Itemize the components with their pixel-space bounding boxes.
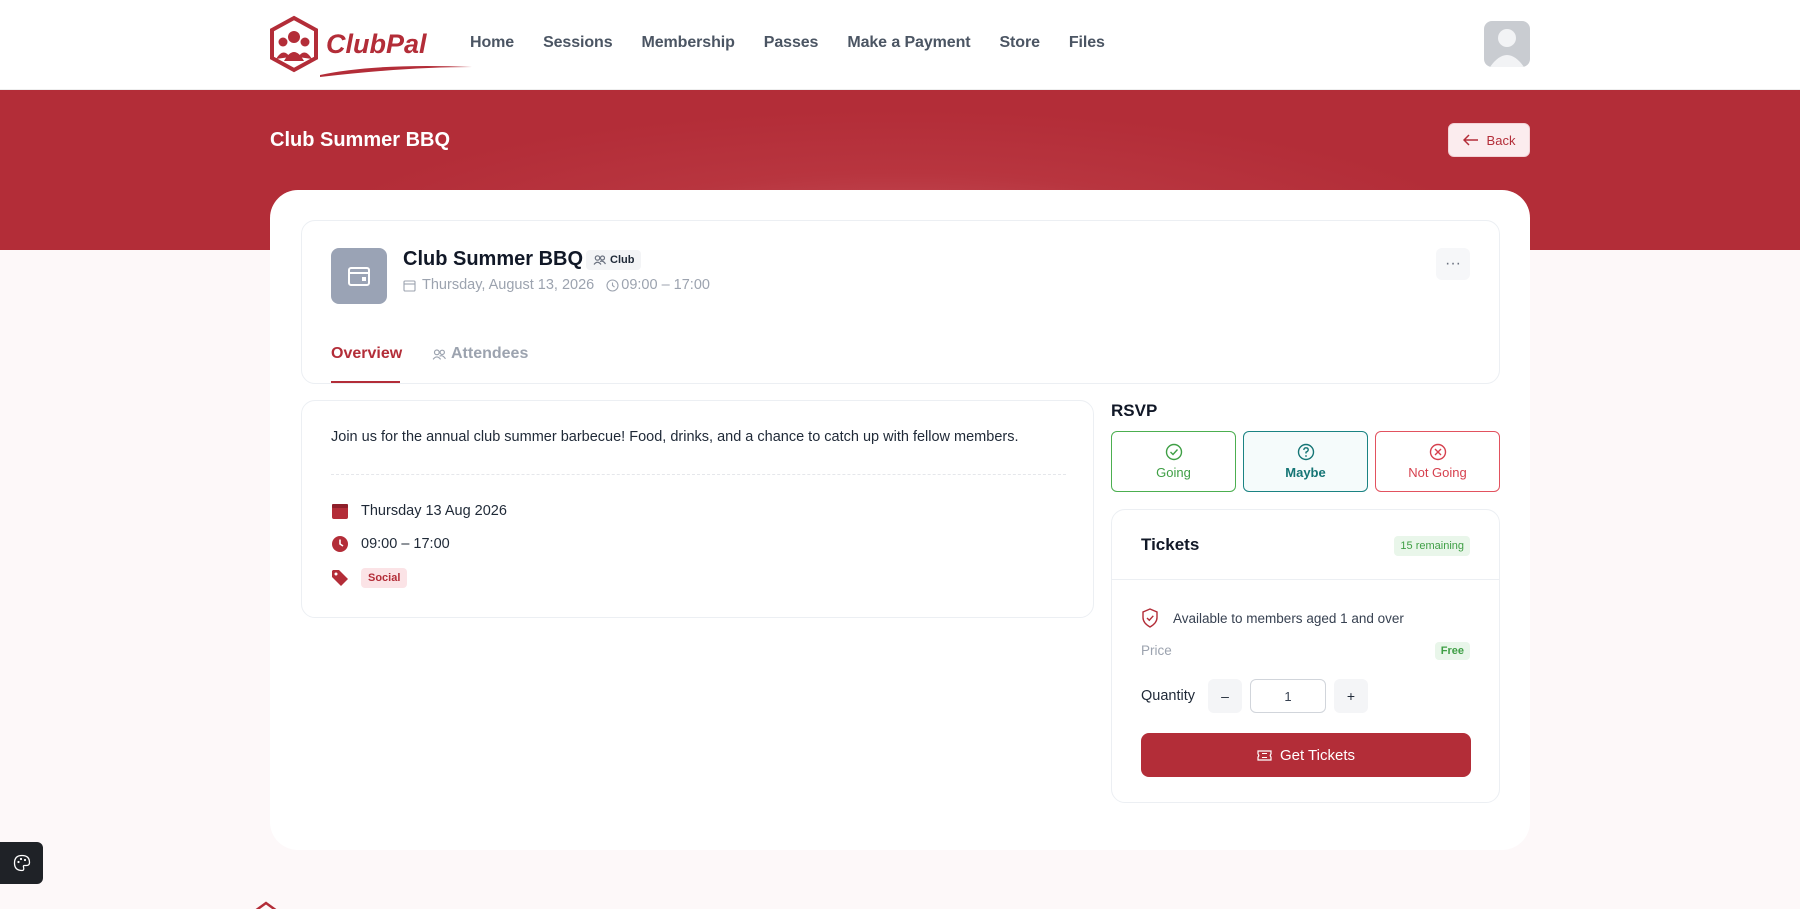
clubpal-logo[interactable]: ClubPal bbox=[268, 15, 472, 77]
get-tickets-button[interactable]: Get Tickets bbox=[1141, 733, 1471, 777]
nav-membership[interactable]: Membership bbox=[642, 34, 735, 52]
logo-swoosh-icon bbox=[320, 66, 472, 77]
back-button-label: Back bbox=[1486, 132, 1516, 148]
nav-store[interactable]: Store bbox=[999, 34, 1040, 52]
users-icon bbox=[432, 348, 446, 360]
users-icon bbox=[593, 255, 606, 265]
rsvp-not-going-button[interactable]: Not Going bbox=[1375, 431, 1500, 492]
detail-date: Thursday 13 Aug 2026 bbox=[361, 503, 507, 519]
question-circle-icon bbox=[1297, 443, 1314, 461]
divider bbox=[331, 474, 1066, 475]
club-badge: Club bbox=[586, 250, 642, 270]
availability-row: Available to members aged 1 and over bbox=[1141, 608, 1404, 628]
quantity-label: Quantity bbox=[1141, 688, 1195, 704]
theme-toggle-button[interactable] bbox=[0, 842, 43, 884]
event-meta: Thursday, August 13, 2026 09:00 – 17:00 bbox=[403, 277, 710, 293]
rsvp-going-button[interactable]: Going bbox=[1111, 431, 1236, 492]
detail-time-row: 09:00 – 17:00 bbox=[331, 535, 450, 553]
tickets-card: Tickets 15 remaining Available to member… bbox=[1111, 509, 1500, 803]
event-date: Thursday, August 13, 2026 bbox=[422, 277, 595, 293]
more-options-icon: ··· bbox=[1445, 255, 1461, 272]
rsvp-maybe-button[interactable]: Maybe bbox=[1243, 431, 1368, 492]
nav-sessions[interactable]: Sessions bbox=[543, 34, 613, 52]
check-circle-icon bbox=[1165, 443, 1182, 461]
quantity-input[interactable] bbox=[1250, 679, 1326, 713]
ticket-icon bbox=[1257, 749, 1272, 761]
nav-passes[interactable]: Passes bbox=[764, 34, 819, 52]
category-tag: Social bbox=[361, 568, 408, 588]
event-details-card: Join us for the annual club summer barbe… bbox=[301, 400, 1094, 618]
x-circle-icon bbox=[1429, 443, 1446, 461]
page-title: Club Summer BBQ bbox=[270, 129, 451, 151]
club-badge-label: Club bbox=[610, 254, 635, 266]
back-button[interactable]: Back bbox=[1448, 123, 1530, 157]
footer-logo-icon bbox=[255, 901, 277, 909]
arrow-left-icon bbox=[1462, 134, 1478, 146]
user-icon bbox=[1490, 29, 1524, 67]
detail-tag-row: Social bbox=[331, 568, 408, 588]
rsvp-maybe-label: Maybe bbox=[1285, 465, 1326, 480]
quantity-increase-button[interactable]: + bbox=[1334, 679, 1368, 713]
detail-time: 09:00 – 17:00 bbox=[361, 536, 450, 552]
price-value: Free bbox=[1434, 642, 1470, 660]
logo-wordmark: ClubPal bbox=[326, 28, 427, 59]
tickets-heading: Tickets bbox=[1141, 535, 1200, 554]
quantity-decrease-button[interactable]: – bbox=[1208, 679, 1242, 713]
divider bbox=[1112, 579, 1499, 580]
clock-icon bbox=[606, 278, 619, 292]
event-title: Club Summer BBQ bbox=[403, 248, 584, 270]
event-time: 09:00 – 17:00 bbox=[621, 277, 710, 293]
nav-files[interactable]: Files bbox=[1069, 34, 1105, 52]
main-nav: Home Sessions Membership Passes Make a P… bbox=[470, 34, 1134, 52]
tag-icon bbox=[332, 570, 348, 586]
calendar-icon bbox=[332, 504, 348, 519]
rsvp-going-label: Going bbox=[1156, 465, 1191, 480]
event-header-card: Club Summer BBQ Club Thursday, August 13… bbox=[301, 220, 1500, 384]
nav-home[interactable]: Home bbox=[470, 34, 514, 52]
more-options-button[interactable]: ··· bbox=[1436, 248, 1470, 280]
price-label: Price bbox=[1141, 643, 1172, 658]
shield-check-icon bbox=[1142, 608, 1158, 628]
logo-hexagon-icon bbox=[270, 15, 318, 73]
top-navigation: ClubPal Home Sessions Membership Passes … bbox=[0, 0, 1800, 90]
get-tickets-label: Get Tickets bbox=[1279, 746, 1356, 764]
detail-date-row: Thursday 13 Aug 2026 bbox=[331, 502, 507, 520]
tickets-remaining-badge: 15 remaining bbox=[1394, 536, 1470, 556]
event-calendar-icon bbox=[331, 248, 387, 304]
user-avatar[interactable] bbox=[1484, 21, 1530, 67]
clock-icon bbox=[332, 536, 348, 552]
tab-overview[interactable]: Overview bbox=[331, 345, 402, 363]
rsvp-not-going-label: Not Going bbox=[1408, 465, 1467, 480]
nav-make-a-payment[interactable]: Make a Payment bbox=[847, 34, 970, 52]
event-description: Join us for the annual club summer barbe… bbox=[331, 429, 1019, 445]
availability-text: Available to members aged 1 and over bbox=[1173, 610, 1404, 626]
calendar-icon bbox=[403, 279, 416, 292]
rsvp-heading: RSVP bbox=[1111, 401, 1158, 420]
tab-active-indicator bbox=[331, 381, 400, 383]
palette-icon bbox=[13, 854, 30, 872]
tab-attendees[interactable]: Attendees bbox=[432, 345, 528, 363]
tab-attendees-label: Attendees bbox=[451, 345, 529, 362]
